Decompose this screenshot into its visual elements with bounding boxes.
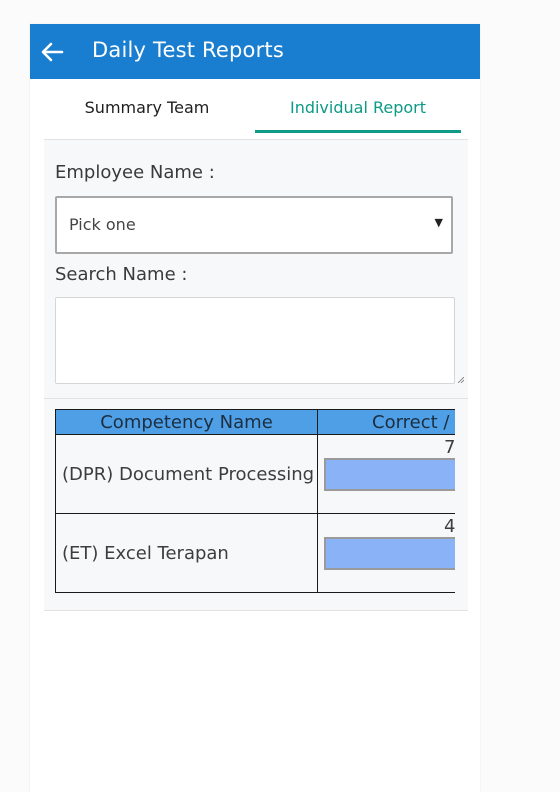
header-competency-name: Competency Name: [55, 409, 318, 435]
search-name-input[interactable]: [55, 297, 455, 384]
resize-grip-icon[interactable]: [458, 377, 464, 383]
correct-count: 4: [444, 516, 455, 537]
table-row: (DPR) Document Processing 7: [55, 434, 455, 514]
score-bar: [324, 537, 455, 570]
chevron-down-icon: ▼: [434, 216, 443, 229]
filter-form: Employee Name : Pick one ▼ Search Name :: [44, 140, 468, 399]
tab-bar: Summary Team Individual Report: [44, 79, 468, 140]
correct-cell: 7: [317, 434, 455, 514]
report-content: Employee Name : Pick one ▼ Search Name :…: [44, 140, 468, 611]
competency-table-scroll[interactable]: Competency Name Correct / (DPR) Document…: [55, 409, 455, 597]
back-button[interactable]: [36, 36, 68, 68]
competency-name: (ET) Excel Terapan: [62, 542, 229, 564]
tab-individual-report[interactable]: Individual Report: [255, 79, 461, 133]
header-correct-label: Correct /: [372, 411, 450, 433]
employee-name-label: Employee Name :: [55, 162, 215, 183]
arrow-left-icon: [41, 42, 64, 62]
tab-summary-team[interactable]: Summary Team: [44, 79, 250, 133]
employee-select-value: Pick one: [69, 215, 136, 234]
competency-name-cell: (DPR) Document Processing: [55, 434, 318, 514]
app-screen: Daily Test Reports Summary Team Individu…: [30, 24, 480, 792]
active-tab-indicator: [255, 130, 461, 133]
header-correct: Correct /: [317, 409, 455, 435]
app-bar: Daily Test Reports: [30, 24, 480, 79]
correct-count: 7: [444, 437, 455, 458]
competency-name: (DPR) Document Processing: [62, 463, 315, 485]
page-title: Daily Test Reports: [92, 38, 284, 62]
competency-name-cell: (ET) Excel Terapan: [55, 513, 318, 593]
score-bar: [324, 458, 455, 491]
employee-select[interactable]: Pick one ▼: [55, 196, 453, 254]
correct-cell: 4: [317, 513, 455, 593]
search-name-label: Search Name :: [55, 264, 188, 285]
competency-table: Competency Name Correct / (DPR) Document…: [55, 409, 455, 593]
table-header-row: Competency Name Correct /: [55, 409, 455, 435]
table-row: (ET) Excel Terapan 4: [55, 513, 455, 593]
